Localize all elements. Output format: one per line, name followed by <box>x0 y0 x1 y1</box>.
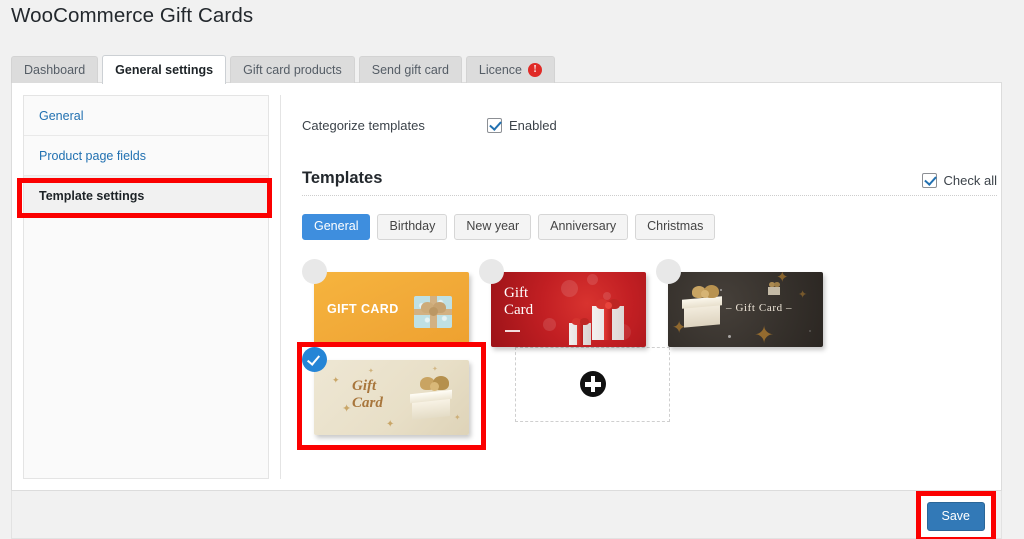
tab-label: General settings <box>115 62 214 77</box>
settings-sidebar: General Product page fields Template set… <box>23 95 269 479</box>
category-tab-label: Birthday <box>389 219 436 233</box>
sidebar-item-product-page-fields[interactable]: Product page fields <box>24 136 268 176</box>
gift-box-icon <box>567 316 593 346</box>
check-all-label: Check all <box>943 173 997 188</box>
divider <box>505 329 520 332</box>
template-thumbnail[interactable]: ✦ ✦ ✦ ✦ – Gift Card – <box>668 271 823 347</box>
template-card-text: – Gift Card – <box>726 301 793 314</box>
template-card-text-line1: Gift <box>352 377 377 394</box>
category-tab-label: New year <box>466 219 520 233</box>
tab-bar: Dashboard General settings Gift card pro… <box>11 55 555 84</box>
sparkle-icon: ✦ <box>332 374 340 385</box>
checkbox-icon[interactable] <box>487 117 502 133</box>
annotation-highlight-save: Save <box>915 491 996 539</box>
footer-bar: Save <box>11 491 1002 539</box>
template-grid: GIFT CARD Gift Card ✦ ✦ ✦ ✦ – Gift Card … <box>297 258 1002 450</box>
template-thumbnail[interactable]: GIFT CARD <box>314 271 469 347</box>
page-title: WooCommerce Gift Cards <box>11 4 254 27</box>
template-card-amber[interactable]: GIFT CARD <box>302 258 469 347</box>
category-tab-label: Anniversary <box>550 219 617 233</box>
settings-content: Categorize templates Enabled Templates C… <box>297 111 997 450</box>
panel-divider <box>280 95 281 479</box>
template-category-tabs: General Birthday New year Anniversary Ch… <box>302 214 997 240</box>
sidebar-item-label: Product page fields <box>39 148 147 163</box>
sidebar-item-general[interactable]: General <box>24 96 268 136</box>
template-select-circle-checked[interactable] <box>302 346 327 372</box>
save-button[interactable]: Save <box>926 502 985 531</box>
category-tab-christmas[interactable]: Christmas <box>635 214 716 240</box>
tab-dashboard[interactable]: Dashboard <box>11 56 99 83</box>
tab-label: Send gift card <box>371 62 449 77</box>
sidebar-item-label: General <box>39 108 84 123</box>
settings-panel: General Product page fields Template set… <box>11 82 1002 491</box>
plus-circle-icon <box>579 371 606 397</box>
tab-send-gift-card[interactable]: Send gift card <box>358 56 462 83</box>
sparkle-icon: ✦ <box>432 365 438 373</box>
tab-label: Gift card products <box>243 62 342 77</box>
categorize-templates-row: Categorize templates Enabled <box>302 111 997 139</box>
templates-title: Templates <box>302 169 383 187</box>
templates-header: Templates Check all <box>302 169 997 196</box>
category-tab-birthday[interactable]: Birthday <box>377 214 448 240</box>
template-card-red[interactable]: Gift Card <box>479 258 646 347</box>
star-icon: ✦ <box>754 321 775 347</box>
tab-general-settings[interactable]: General settings <box>102 55 227 84</box>
categorize-templates-label: Categorize templates <box>302 117 425 133</box>
check-all-toggle[interactable]: Check all <box>921 173 997 188</box>
categorize-templates-toggle[interactable]: Enabled <box>487 117 557 133</box>
template-card-text-line2: Card <box>352 394 383 411</box>
sidebar-item-label: Template settings <box>39 188 145 203</box>
category-tab-general[interactable]: General <box>302 214 371 240</box>
category-tab-label: Christmas <box>647 219 704 233</box>
star-icon: ✦ <box>798 288 808 301</box>
template-select-circle[interactable] <box>656 258 681 284</box>
template-card-dark-gold[interactable]: ✦ ✦ ✦ ✦ – Gift Card – <box>656 258 823 347</box>
sparkle-icon: ✦ <box>386 418 395 430</box>
category-tab-label: General <box>314 219 359 233</box>
gift-box-icon <box>681 284 725 332</box>
gift-box-icon <box>766 280 782 296</box>
add-template-button[interactable] <box>515 346 670 422</box>
categorize-templates-checkbox-label: Enabled <box>509 117 557 133</box>
tab-gift-card-products[interactable]: Gift card products <box>230 56 355 83</box>
sparkle-icon: ✦ <box>368 367 374 375</box>
template-card-cream-gold[interactable]: ✦ ✦ ✦ ✦ ✦ ✦ Gift Card <box>297 341 486 450</box>
template-select-circle[interactable] <box>302 258 327 284</box>
template-thumbnail[interactable]: ✦ ✦ ✦ ✦ ✦ ✦ Gift Card <box>314 359 469 435</box>
template-thumbnail[interactable]: Gift Card <box>491 271 646 347</box>
tab-label: Dashboard <box>24 62 86 77</box>
sidebar-item-template-settings[interactable]: Template settings <box>24 176 268 216</box>
template-card-text-line1: Gift <box>504 284 529 301</box>
template-card-text: GIFT CARD <box>327 301 399 316</box>
template-select-circle[interactable] <box>479 258 504 284</box>
tab-label: Licence <box>478 62 522 77</box>
alert-icon: ! <box>528 63 542 77</box>
sparkle-icon: ✦ <box>342 402 352 415</box>
gift-box-icon <box>408 374 456 424</box>
category-tab-anniversary[interactable]: Anniversary <box>538 214 629 240</box>
template-card-text: Gift Card <box>352 378 383 412</box>
template-card-text: Gift Card <box>504 285 533 319</box>
gift-box-icon <box>412 290 454 332</box>
checkbox-icon[interactable] <box>921 173 937 188</box>
tab-licence[interactable]: Licence ! <box>465 56 555 83</box>
category-tab-new-year[interactable]: New year <box>454 214 532 240</box>
template-card-text-line2: Card <box>504 301 534 318</box>
